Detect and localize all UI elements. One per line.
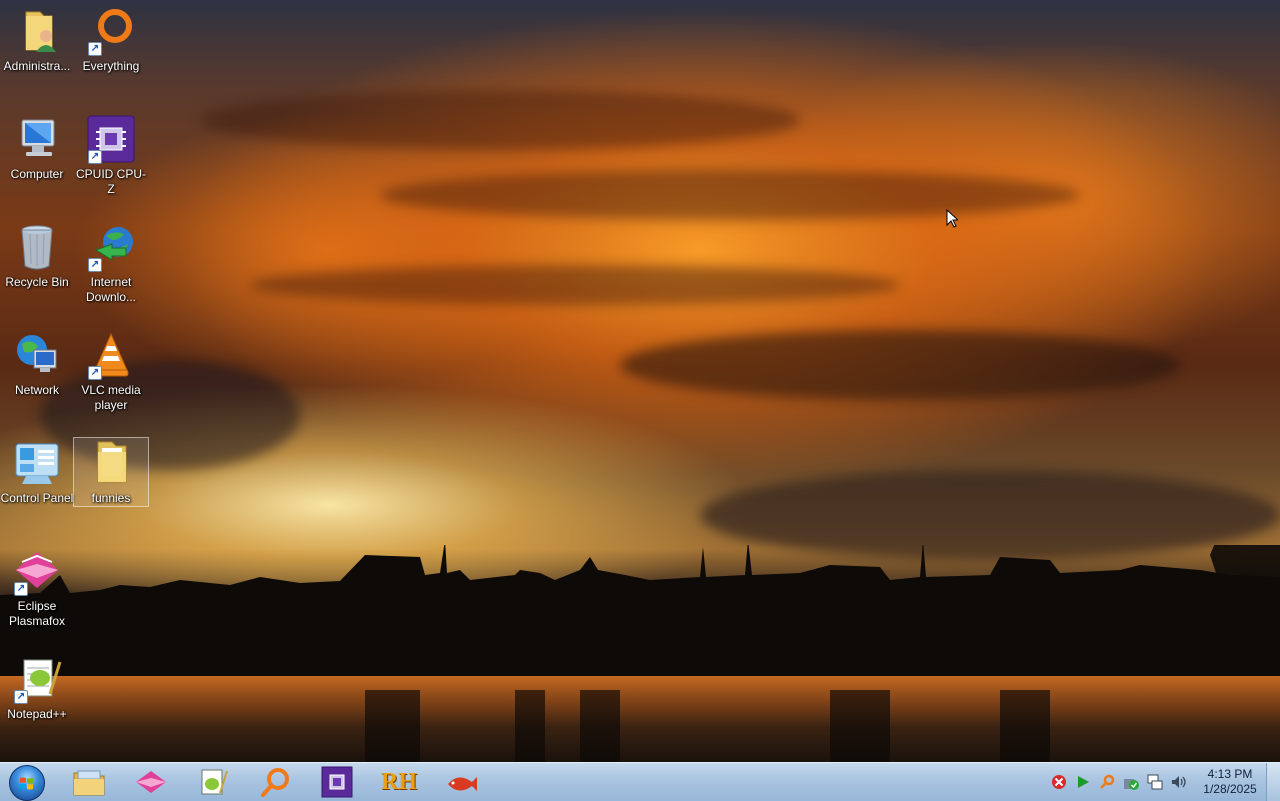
cloud-band (380, 170, 1080, 220)
taskbar-cpuz[interactable] (311, 765, 363, 799)
clock-date: 1/28/2025 (1203, 782, 1257, 796)
desktop-icon-label: VLC media player (81, 383, 141, 412)
mouse-pointer-icon (946, 209, 958, 228)
cloud-band (200, 90, 800, 150)
cpuz-icon (321, 766, 353, 798)
notepad-plus-plus-icon: ↗ (12, 654, 62, 704)
everything-search-icon: ↗ (86, 6, 136, 56)
tray-search[interactable] (1098, 773, 1116, 791)
shortcut-arrow-icon: ↗ (88, 42, 102, 56)
tray-volume[interactable] (1170, 773, 1188, 791)
shortcut-arrow-icon: ↗ (14, 582, 28, 596)
desktop-icon-network[interactable]: Network (0, 330, 74, 398)
windows-start-orb-icon (9, 765, 45, 801)
desktop-icon-control-panel[interactable]: Control Panel (0, 438, 74, 506)
computer-icon (12, 114, 62, 164)
user-folder-icon (12, 6, 62, 56)
red-fish-icon (448, 777, 477, 791)
no-connection-icon (1052, 775, 1066, 789)
desktop-icon-internet-download-manager[interactable]: ↗ Internet Downlo... (74, 222, 148, 305)
network-tray-icon (1147, 774, 1163, 790)
start-button[interactable] (6, 764, 46, 801)
tray-no-connection[interactable] (1050, 773, 1068, 791)
desktop-icon-label: Computer (10, 167, 64, 181)
water-reflection (515, 690, 545, 762)
clock-time: 4:13 PM (1207, 767, 1253, 781)
desktop-icon-label: CPUID CPU-Z (75, 167, 146, 196)
file-explorer-icon (73, 770, 105, 796)
folder-icon (86, 438, 136, 488)
internet-download-manager-icon: ↗ (86, 222, 136, 272)
show-desktop-button[interactable] (1266, 763, 1280, 801)
water-reflection (1000, 690, 1050, 762)
desktop-icon-vlc[interactable]: ↗ VLC media player (74, 330, 148, 413)
water-reflection (580, 690, 620, 762)
desktop-icon-label: Notepad++ (7, 707, 67, 721)
cpuz-icon: ↗ (86, 114, 136, 164)
taskbar-notepad-plus-plus[interactable] (187, 765, 239, 799)
control-panel-icon (12, 438, 62, 488)
taskbar-red-fish-app[interactable] (435, 765, 487, 799)
desktop-icon-everything[interactable]: ↗ Everything (74, 6, 148, 74)
cloud-band (620, 330, 1180, 400)
taskbar-plasmafox[interactable] (125, 765, 177, 799)
tray-security[interactable] (1122, 773, 1140, 791)
desktop-wallpaper: Administra... ↗ Everything Computer ↗ CP… (0, 0, 1280, 762)
desktop-icon-recycle-bin[interactable]: Recycle Bin (0, 222, 74, 290)
everything-search-icon (261, 768, 289, 797)
plasmafox-icon (136, 771, 166, 793)
water-reflection (830, 690, 890, 762)
shortcut-arrow-icon: ↗ (14, 690, 28, 704)
plasmafox-icon: ↗ (12, 546, 62, 596)
desktop-icon-label: Internet Downlo... (85, 275, 137, 304)
shortcut-arrow-icon: ↗ (88, 366, 102, 380)
taskbar-resource-hacker[interactable]: RH (373, 765, 425, 799)
desktop-icon-administrator[interactable]: Administra... (0, 6, 74, 74)
desktop-icon-label: Recycle Bin (5, 275, 69, 289)
desktop-icon-label: Administra... (3, 59, 71, 73)
network-icon (12, 330, 62, 380)
shortcut-arrow-icon: ↗ (88, 258, 102, 272)
tray-play[interactable] (1074, 773, 1092, 791)
tray-network[interactable] (1146, 773, 1164, 791)
desktop-icon-cpuz[interactable]: ↗ CPUID CPU-Z (74, 114, 148, 197)
notepad-plus-plus-icon (201, 769, 228, 795)
volume-icon (1172, 776, 1186, 788)
taskbar-everything[interactable] (249, 765, 301, 799)
taskbar-file-explorer[interactable] (63, 765, 115, 799)
desktop-icon-notepad-plus-plus[interactable]: ↗ Notepad++ (0, 654, 74, 722)
desktop-icon-label: Everything (82, 59, 140, 73)
cloud-band (250, 265, 900, 305)
desktop-icon-label: Eclipse Plasmafox (8, 599, 66, 628)
desktop-icon-label: funnies (91, 491, 131, 505)
desktop-icon-label: Network (14, 383, 59, 397)
search-tray-icon (1100, 774, 1115, 789)
resource-hacker-icon: RH (381, 768, 417, 795)
shield-check-icon (1124, 779, 1139, 790)
shortcut-arrow-icon: ↗ (88, 150, 102, 164)
taskbar: RH 4:13 PM 1/28/2025 (0, 762, 1280, 801)
city-skyline (0, 545, 1280, 680)
desktop-icon-funnies[interactable]: funnies (73, 437, 149, 507)
water-reflection (365, 690, 420, 762)
play-icon (1078, 776, 1089, 788)
desktop-icon-eclipse-plasmafox[interactable]: ↗ Eclipse Plasmafox (0, 546, 74, 629)
taskbar-clock[interactable]: 4:13 PM 1/28/2025 (1194, 767, 1266, 799)
vlc-icon: ↗ (86, 330, 136, 380)
desktop-icon-computer[interactable]: Computer (0, 114, 74, 182)
desktop-icon-label: Control Panel (0, 491, 74, 505)
lake-water (0, 676, 1280, 762)
recycle-bin-icon (12, 222, 62, 272)
